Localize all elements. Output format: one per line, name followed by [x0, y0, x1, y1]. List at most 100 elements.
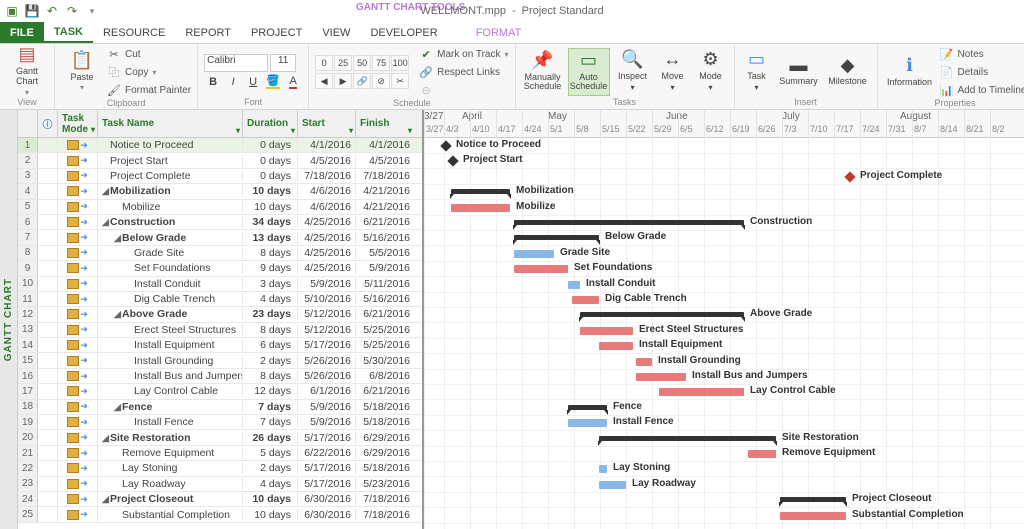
- task-mode-cell[interactable]: ➜: [58, 184, 98, 198]
- finish-cell[interactable]: 5/25/2016: [356, 339, 414, 351]
- finish-cell[interactable]: 5/18/2016: [356, 416, 414, 428]
- task-mode-cell[interactable]: ➜: [58, 169, 98, 183]
- task-bar[interactable]: [659, 388, 744, 396]
- row-number[interactable]: 19: [18, 415, 38, 429]
- row-number[interactable]: 11: [18, 292, 38, 306]
- duration-cell[interactable]: 10 days: [243, 201, 298, 213]
- finish-cell[interactable]: 4/21/2016: [356, 185, 414, 197]
- tab-project[interactable]: PROJECT: [241, 22, 312, 43]
- table-row[interactable]: 10➜Install Conduit3 days5/9/20165/11/201…: [18, 277, 422, 292]
- start-cell[interactable]: 5/17/2016: [298, 478, 356, 490]
- table-row[interactable]: 24➜◢Project Closeout10 days6/30/20167/18…: [18, 492, 422, 507]
- col-start[interactable]: Start▾: [298, 110, 356, 137]
- notes-button[interactable]: 📝Notes: [940, 46, 1024, 62]
- task-name-cell[interactable]: Lay Roadway: [98, 478, 243, 490]
- row-number[interactable]: 5: [18, 200, 38, 214]
- tab-developer[interactable]: DEVELOPER: [360, 22, 447, 43]
- task-mode-cell[interactable]: ➜: [58, 307, 98, 321]
- start-cell[interactable]: 5/26/2016: [298, 370, 356, 382]
- task-mode-cell[interactable]: ➜: [58, 138, 98, 152]
- gantt-chart-button[interactable]: ▤Gantt Chart▾: [6, 48, 48, 96]
- start-cell[interactable]: 4/25/2016: [298, 262, 356, 274]
- table-row[interactable]: 9➜Set Foundations9 days4/25/20165/9/2016: [18, 261, 422, 276]
- duration-cell[interactable]: 7 days: [243, 416, 298, 428]
- task-name-cell[interactable]: ◢Project Closeout: [98, 493, 243, 505]
- task-bar[interactable]: [514, 265, 568, 273]
- task-mode-cell[interactable]: ➜: [58, 461, 98, 475]
- summary-bar[interactable]: [580, 312, 744, 318]
- task-mode-cell[interactable]: ➜: [58, 369, 98, 383]
- finish-cell[interactable]: 6/21/2016: [356, 216, 414, 228]
- task-name-cell[interactable]: Install Bus and Jumpers: [98, 370, 243, 382]
- start-cell[interactable]: 5/17/2016: [298, 339, 356, 351]
- col-duration[interactable]: Duration▾: [243, 110, 298, 137]
- task-name-cell[interactable]: Remove Equipment: [98, 447, 243, 459]
- task-name-cell[interactable]: Lay Control Cable: [98, 385, 243, 397]
- finish-cell[interactable]: 6/29/2016: [356, 432, 414, 444]
- row-number[interactable]: 1: [18, 138, 38, 152]
- finish-cell[interactable]: 5/16/2016: [356, 232, 414, 244]
- task-name-cell[interactable]: Lay Stoning: [98, 462, 243, 474]
- fill-color-button[interactable]: 🪣: [264, 74, 282, 90]
- task-name-cell[interactable]: Mobilize: [98, 201, 243, 213]
- manual-schedule-button[interactable]: 📌Manually Schedule: [522, 48, 564, 96]
- finish-cell[interactable]: 5/5/2016: [356, 247, 414, 259]
- task-bar[interactable]: [572, 296, 599, 304]
- task-mode-cell[interactable]: ➜: [58, 153, 98, 167]
- start-cell[interactable]: 5/9/2016: [298, 401, 356, 413]
- table-row[interactable]: 1➜Notice to Proceed0 days4/1/20164/1/201…: [18, 138, 422, 153]
- start-cell[interactable]: 5/26/2016: [298, 355, 356, 367]
- row-number[interactable]: 4: [18, 184, 38, 198]
- finish-cell[interactable]: 5/30/2016: [356, 355, 414, 367]
- mode-button[interactable]: ⚙Mode▾: [694, 48, 728, 96]
- start-cell[interactable]: 6/22/2016: [298, 447, 356, 459]
- task-name-cell[interactable]: ◢Fence: [98, 401, 243, 413]
- table-row[interactable]: 20➜◢Site Restoration26 days5/17/20166/29…: [18, 430, 422, 445]
- start-cell[interactable]: 5/10/2016: [298, 293, 356, 305]
- start-cell[interactable]: 5/12/2016: [298, 308, 356, 320]
- start-cell[interactable]: 4/25/2016: [298, 232, 356, 244]
- task-mode-cell[interactable]: ➜: [58, 492, 98, 506]
- finish-cell[interactable]: 5/16/2016: [356, 293, 414, 305]
- duration-cell[interactable]: 9 days: [243, 262, 298, 274]
- task-name-cell[interactable]: Substantial Completion: [98, 509, 243, 521]
- table-row[interactable]: 5➜Mobilize10 days4/6/20164/21/2016: [18, 200, 422, 215]
- duration-cell[interactable]: 3 days: [243, 278, 298, 290]
- duration-cell[interactable]: 13 days: [243, 232, 298, 244]
- start-cell[interactable]: 4/25/2016: [298, 247, 356, 259]
- task-mode-cell[interactable]: ➜: [58, 200, 98, 214]
- tab-file[interactable]: FILE: [0, 22, 44, 43]
- pct-25-button[interactable]: 25: [334, 55, 352, 71]
- finish-cell[interactable]: 6/29/2016: [356, 447, 414, 459]
- font-size-select[interactable]: 11: [270, 54, 296, 72]
- cut-button[interactable]: ✂Cut: [107, 46, 191, 62]
- task-mode-cell[interactable]: ➜: [58, 215, 98, 229]
- task-name-cell[interactable]: Grade Site: [98, 247, 243, 259]
- duration-cell[interactable]: 26 days: [243, 432, 298, 444]
- table-row[interactable]: 12➜◢Above Grade23 days5/12/20166/21/2016: [18, 307, 422, 322]
- task-mode-cell[interactable]: ➜: [58, 384, 98, 398]
- font-name-select[interactable]: Calibri: [204, 54, 268, 72]
- table-row[interactable]: 18➜◢Fence7 days5/9/20165/18/2016: [18, 400, 422, 415]
- task-name-cell[interactable]: Notice to Proceed: [98, 139, 243, 151]
- pct-100-button[interactable]: 100: [391, 55, 409, 71]
- duration-cell[interactable]: 4 days: [243, 478, 298, 490]
- row-number[interactable]: 6: [18, 215, 38, 229]
- tab-view[interactable]: VIEW: [312, 22, 360, 43]
- row-number[interactable]: 3: [18, 169, 38, 183]
- link-button[interactable]: 🔗: [353, 73, 371, 89]
- tab-format[interactable]: FORMAT: [466, 22, 532, 43]
- task-name-cell[interactable]: Install Conduit: [98, 278, 243, 290]
- duration-cell[interactable]: 10 days: [243, 185, 298, 197]
- task-name-cell[interactable]: Project Complete: [98, 170, 243, 182]
- finish-cell[interactable]: 6/21/2016: [356, 385, 414, 397]
- start-cell[interactable]: 6/30/2016: [298, 509, 356, 521]
- duration-cell[interactable]: 10 days: [243, 493, 298, 505]
- task-mode-cell[interactable]: ➜: [58, 338, 98, 352]
- start-cell[interactable]: 5/9/2016: [298, 416, 356, 428]
- task-name-cell[interactable]: ◢Below Grade: [98, 232, 243, 244]
- insert-task-button[interactable]: ▭Task▾: [741, 48, 773, 96]
- pct-0-button[interactable]: 0: [315, 55, 333, 71]
- table-row[interactable]: 2➜Project Start0 days4/5/20164/5/2016: [18, 153, 422, 168]
- table-row[interactable]: 14➜Install Equipment6 days5/17/20165/25/…: [18, 338, 422, 353]
